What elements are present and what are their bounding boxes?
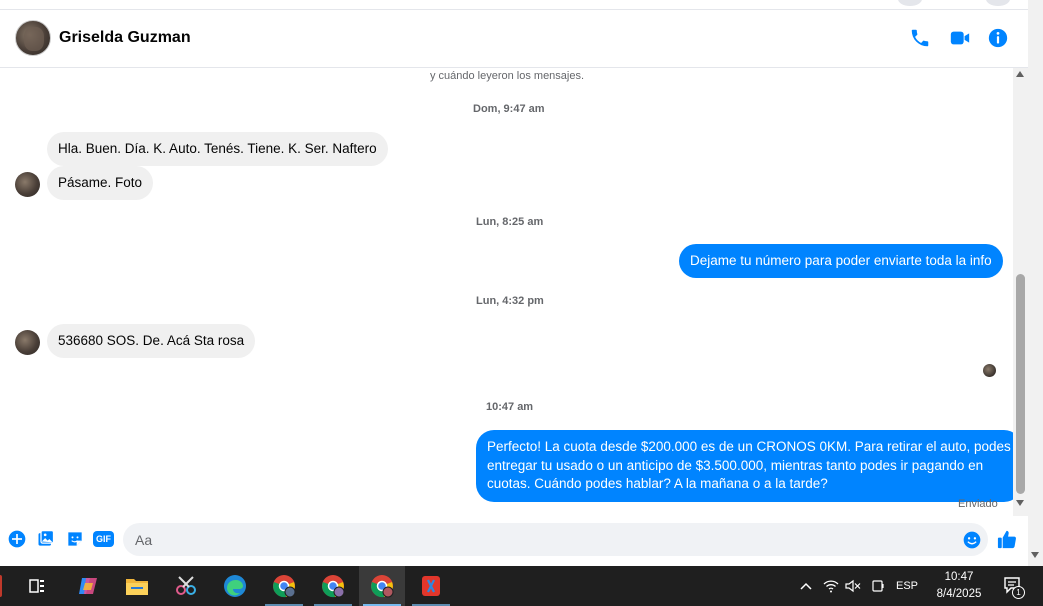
windows-taskbar: ESP 10:47 8/4/2025 1 [0, 566, 1043, 606]
window-top-strip [0, 0, 1043, 10]
file-explorer-icon[interactable] [114, 566, 160, 606]
message-line: entregar tu usado o un anticipo de $3.50… [487, 457, 984, 473]
device-sync-icon[interactable] [868, 566, 888, 606]
edge-browser-icon[interactable] [212, 566, 258, 606]
tools-app-icon[interactable] [408, 566, 454, 606]
notification-count-badge: 1 [1012, 586, 1025, 599]
timestamp: Lun, 8:25 am [476, 216, 544, 228]
chat-header: Griselda Guzman [0, 10, 1028, 68]
timestamp: 10:47 am [486, 401, 534, 413]
timestamp: Lun, 4:32 pm [476, 295, 544, 307]
copilot-icon[interactable] [65, 566, 111, 606]
scroll-up-arrow-icon[interactable] [1016, 71, 1024, 77]
sender-avatar[interactable] [15, 330, 40, 355]
sticker-icon[interactable] [65, 529, 85, 549]
chat-scrollbar[interactable] [1013, 68, 1028, 516]
input-language[interactable]: ESP [893, 566, 921, 606]
message-bubble-outgoing[interactable]: Perfecto! La cuota desde $200.000 es de … [476, 430, 1022, 502]
snipping-tool-icon[interactable] [163, 566, 209, 606]
message-bubble-incoming[interactable]: 536680 SOS. De. Acá Sta rosa [47, 324, 256, 358]
system-clock[interactable]: 10:47 8/4/2025 [925, 569, 993, 603]
privacy-notice: y cuándo leyeron los mensajes. [429, 70, 585, 82]
gif-icon[interactable]: GIF [93, 531, 114, 547]
emoji-icon[interactable] [962, 530, 982, 550]
message-bubble-incoming[interactable]: Hla. Buen. Día. K. Auto. Tenés. Tiene. K… [47, 132, 388, 166]
message-composer: GIF [0, 516, 1028, 566]
message-bubble-outgoing[interactable]: Dejame tu número para poder enviarte tod… [679, 244, 1003, 278]
partial-avatar [986, 0, 1010, 6]
info-icon[interactable] [987, 27, 1009, 49]
scroll-down-arrow-icon[interactable] [1016, 500, 1024, 506]
timestamp: Dom, 9:47 am [473, 103, 545, 115]
page-scrollbar[interactable] [1028, 0, 1043, 566]
video-call-icon[interactable] [949, 27, 971, 49]
phone-icon[interactable] [909, 27, 931, 49]
clock-time: 10:47 [944, 571, 974, 583]
message-input[interactable] [123, 523, 988, 556]
show-hidden-icons-chevron-up-icon[interactable] [796, 566, 816, 606]
contact-avatar[interactable] [15, 20, 51, 56]
task-view-icon[interactable] [14, 566, 60, 606]
message-bubble-incoming[interactable]: Pásame. Foto [47, 166, 154, 200]
contact-name[interactable]: Griselda Guzman [59, 29, 191, 47]
page-scroll-down-arrow-icon[interactable] [1031, 552, 1039, 558]
pinned-app-partial-icon[interactable] [0, 566, 12, 606]
volume-muted-icon[interactable] [843, 566, 863, 606]
message-line: Perfecto! La cuota desde $200.000 es de … [487, 439, 1011, 454]
message-list[interactable]: y cuándo leyeron los mensajes. Dom, 9:47… [0, 68, 1022, 516]
photo-attach-icon[interactable] [36, 529, 56, 549]
scroll-thumb[interactable] [1016, 274, 1025, 494]
more-actions-plus-icon[interactable] [7, 529, 27, 549]
chrome-profile-2-icon[interactable] [310, 566, 356, 606]
chrome-profile-1-icon[interactable] [261, 566, 307, 606]
delivery-status: Enviado [958, 498, 998, 510]
partial-button [898, 0, 922, 6]
wifi-icon[interactable] [821, 566, 841, 606]
like-thumbs-up-icon[interactable] [996, 528, 1019, 551]
sender-avatar[interactable] [15, 172, 40, 197]
clock-date: 8/4/2025 [936, 588, 982, 600]
seen-indicator-avatar [983, 364, 996, 377]
notification-center-icon[interactable]: 1 [998, 566, 1028, 606]
chrome-profile-3-icon[interactable] [359, 566, 405, 606]
message-line: cuotas. Cuándo podes hablar? A la mañana… [487, 476, 828, 491]
